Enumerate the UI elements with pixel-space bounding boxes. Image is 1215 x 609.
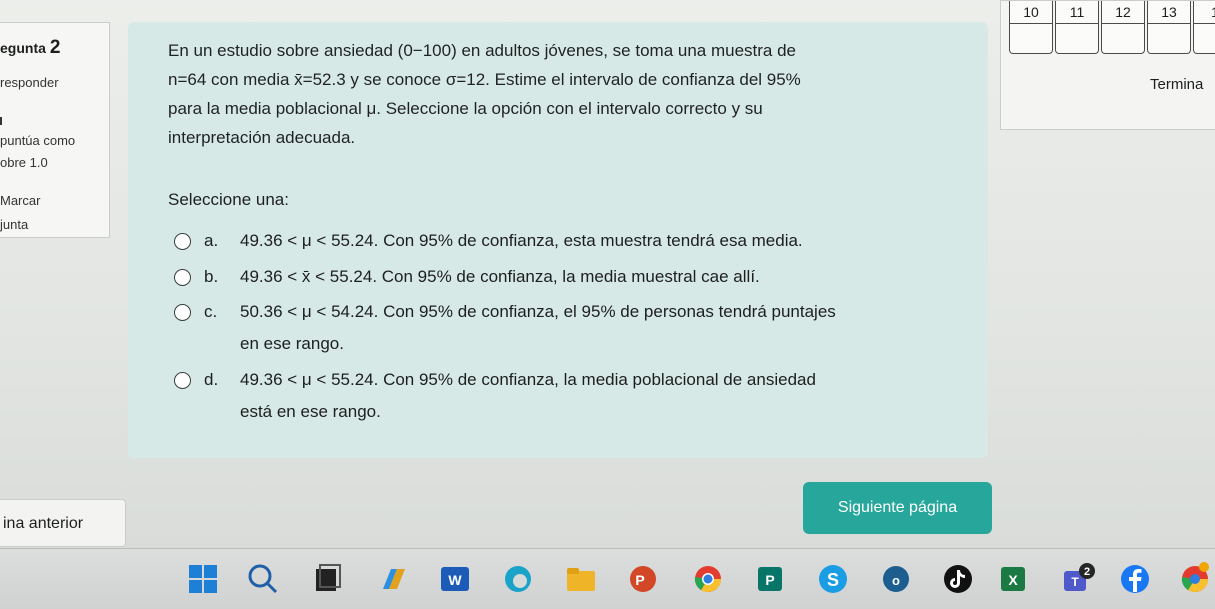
option-text: 49.36 < μ < 55.24. Con 95% de confianza,… [240,225,960,257]
option-letter: d. [204,370,219,389]
taskbar: W P P S o X T2 [0,548,1215,609]
status-divider [0,117,2,125]
question-status: responder [0,75,59,90]
question-label: egunta 2 [0,37,60,59]
nav-question-13[interactable]: 13 [1147,1,1191,54]
question-line: interpretación adecuada. [168,128,356,147]
question-info-panel: egunta 2 responder puntúa como obre 1.0 M… [0,22,110,238]
nav-cell-number: 1 [1194,1,1215,24]
svg-text:o: o [892,573,900,588]
option-text: 49.36 < x̄ < 55.24. Con 95% de confianza… [240,261,960,293]
question-line: para la media poblacional μ. Seleccione … [168,99,763,118]
option-letter: c. [204,302,218,321]
option-text-line: 49.36 < μ < 55.24. Con 95% de confianza,… [240,370,816,389]
option-text-line: 49.36 < x̄ < 55.24. Con 95% de confianza… [240,267,760,286]
office-icon[interactable]: o [878,561,914,597]
file-explorer-icon[interactable] [563,561,599,597]
nav-question-11[interactable]: 11 [1055,1,1099,54]
question-card: En un estudio sobre ansiedad (0−100) en … [128,22,988,458]
radio-button[interactable] [174,372,191,389]
select-one-label: Seleccione una: [168,190,289,209]
svg-text:X: X [1008,572,1018,588]
next-page-button[interactable]: Siguiente página [803,482,992,534]
nav-cell-number: 13 [1148,1,1190,24]
flag-question-link[interactable]: Marcar [0,193,40,208]
chrome-icon[interactable] [690,561,726,597]
task-view-icon[interactable] [310,561,346,597]
quiz-navigation-panel: 10 11 12 13 1 [1000,0,1215,130]
svg-text:P: P [635,572,644,588]
radio-button[interactable] [174,304,191,321]
search-icon[interactable] [245,561,281,597]
option-text-line: 50.36 < μ < 54.24. Con 95% de confianza,… [240,302,836,321]
previous-page-button[interactable]: ina anterior [0,499,126,547]
nav-question-12[interactable]: 12 [1101,1,1145,54]
publisher-icon[interactable]: P [752,561,788,597]
copilot-icon[interactable] [375,561,411,597]
nav-cell-number: 11 [1056,1,1098,24]
option-letter: b. [204,267,219,286]
teams-notification-badge: 2 [1084,566,1090,578]
chrome-profile-icon[interactable] [1175,561,1211,597]
flag-question-link-cont[interactable]: junta [0,217,28,232]
question-text: En un estudio sobre ansiedad (0−100) en … [168,36,928,152]
option-text-line: 49.36 < μ < 55.24. Con 95% de confianza,… [240,231,803,250]
svg-text:S: S [827,570,839,590]
nav-question-14[interactable]: 1 [1193,1,1215,54]
tiktok-icon[interactable] [940,561,976,597]
windows-start-icon[interactable] [185,561,221,597]
teams-icon[interactable]: T2 [1060,561,1096,597]
option-text: 49.36 < μ < 55.24. Con 95% de confianza,… [240,364,960,428]
nav-question-10[interactable]: 10 [1009,1,1053,54]
svg-text:P: P [765,572,774,588]
facebook-icon[interactable] [1117,561,1153,597]
nav-cell-number: 10 [1010,1,1052,24]
finish-attempt-link[interactable]: Termina [1150,76,1203,93]
edge-icon[interactable] [500,561,536,597]
excel-icon[interactable]: X [995,561,1031,597]
question-line: En un estudio sobre ansiedad (0−100) en … [168,41,796,60]
question-label-text: egunta [0,40,46,56]
word-icon[interactable]: W [437,561,473,597]
svg-text:T: T [1071,575,1079,589]
option-text-line: en ese rango. [240,334,344,353]
powerpoint-icon[interactable]: P [625,561,661,597]
score-value: obre 1.0 [0,155,48,170]
nav-cell-number: 12 [1102,1,1144,24]
question-line: n=64 con media x̄=52.3 y se conoce σ=12.… [168,70,801,89]
option-text: 50.36 < μ < 54.24. Con 95% de confianza,… [240,296,960,360]
skype-icon[interactable]: S [815,561,851,597]
svg-text:W: W [448,572,462,588]
option-letter: a. [204,231,219,250]
radio-button[interactable] [174,233,191,250]
option-text-line: está en ese rango. [240,402,381,421]
question-number: 2 [49,37,61,58]
radio-button[interactable] [174,269,191,286]
score-label: puntúa como [0,133,76,148]
